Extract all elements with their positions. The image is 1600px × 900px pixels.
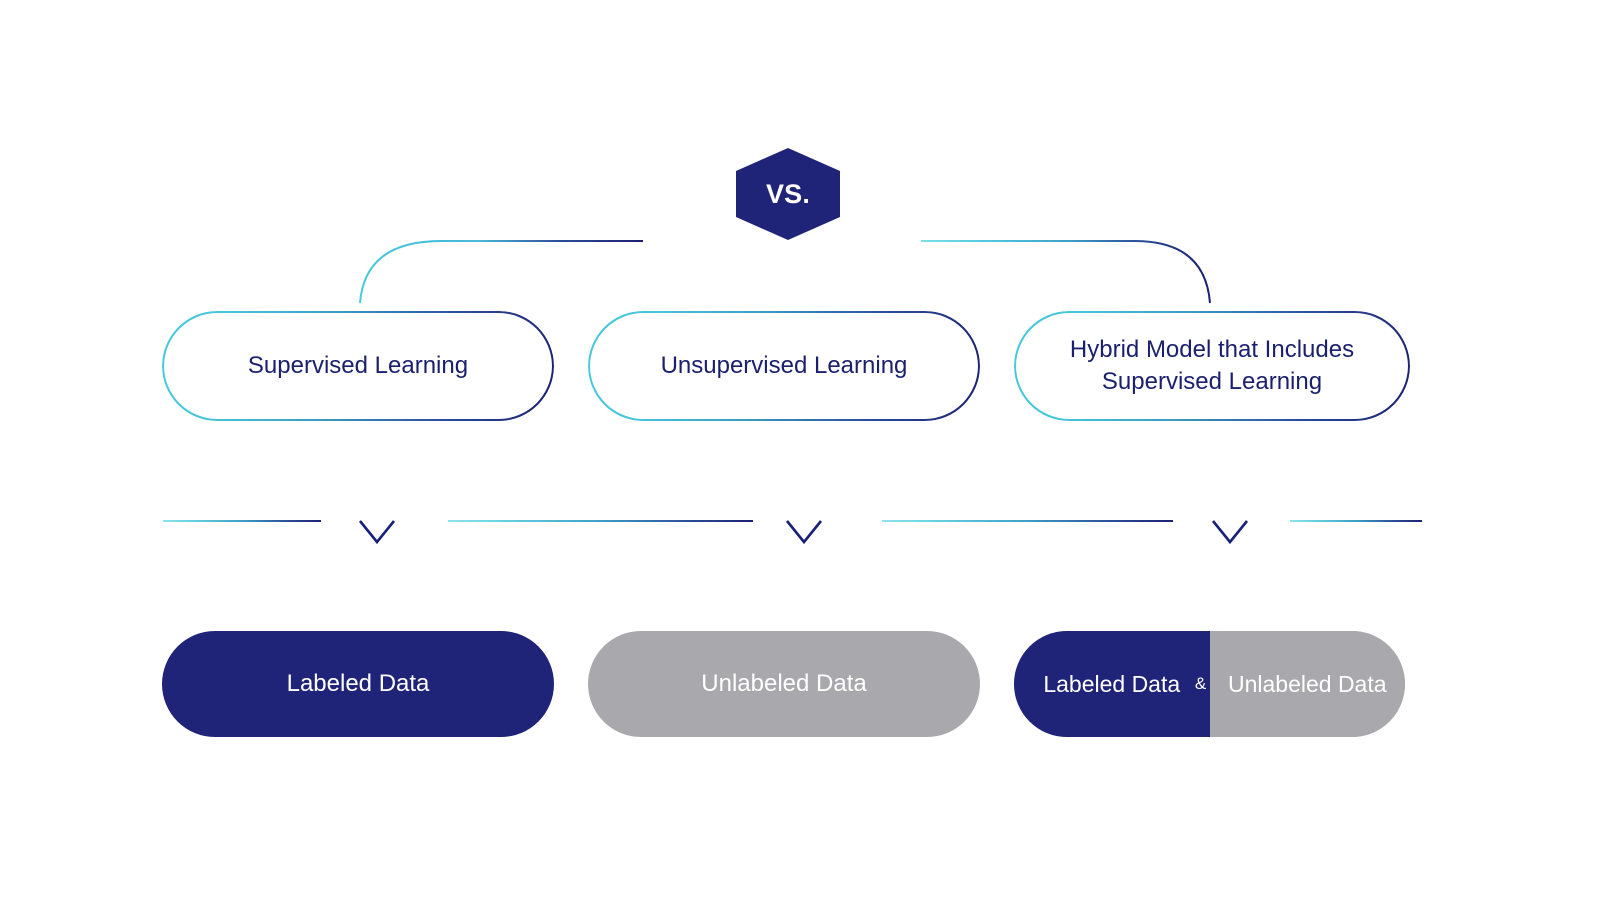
outcome-pill-labeled-data[interactable]: Labeled Data xyxy=(162,631,554,737)
split-pill: Labeled Data Unlabeled Data xyxy=(1014,631,1405,737)
chevron-down-icon xyxy=(358,520,396,545)
diagram-canvas: VS. Supervised Learning Unsupervised Lea… xyxy=(0,0,1600,900)
divider-rule-3 xyxy=(882,520,1173,522)
category-label: Hybrid Model that Includes Supervised Le… xyxy=(1069,335,1355,395)
outcome-label: Unlabeled Data xyxy=(701,670,867,697)
ampersand-connector: & xyxy=(1194,674,1207,693)
connector-left xyxy=(359,240,643,304)
category-box-supervised[interactable]: Supervised Learning xyxy=(162,311,554,421)
divider-rule-4 xyxy=(1290,520,1422,522)
divider-rule-1 xyxy=(163,520,321,522)
chevron-down-icon xyxy=(785,520,823,545)
category-label: Supervised Learning xyxy=(247,351,469,379)
chevron-down-icon xyxy=(1211,520,1249,545)
category-box-hybrid[interactable]: Hybrid Model that Includes Supervised Le… xyxy=(1014,311,1410,421)
divider-rule-2 xyxy=(448,520,753,522)
category-box-unsupervised[interactable]: Unsupervised Learning xyxy=(588,311,980,421)
connector-lines xyxy=(359,240,1211,304)
outcome-half-labeled: Labeled Data xyxy=(1014,631,1210,737)
vs-badge-label: VS. xyxy=(765,178,811,209)
outcome-label-left: Labeled Data xyxy=(1043,670,1181,697)
outcome-pill-hybrid-data[interactable]: Labeled Data Unlabeled Data & xyxy=(1014,631,1405,737)
connector-right xyxy=(921,240,1211,304)
outcome-label-right: Unlabeled Data xyxy=(1227,670,1387,697)
outcome-label: Labeled Data xyxy=(286,670,430,697)
category-label: Unsupervised Learning xyxy=(660,351,908,379)
outcome-pill-unlabeled-data[interactable]: Unlabeled Data xyxy=(588,631,980,737)
vs-badge: VS. xyxy=(736,148,840,240)
outcome-half-unlabeled: Unlabeled Data xyxy=(1209,631,1405,737)
